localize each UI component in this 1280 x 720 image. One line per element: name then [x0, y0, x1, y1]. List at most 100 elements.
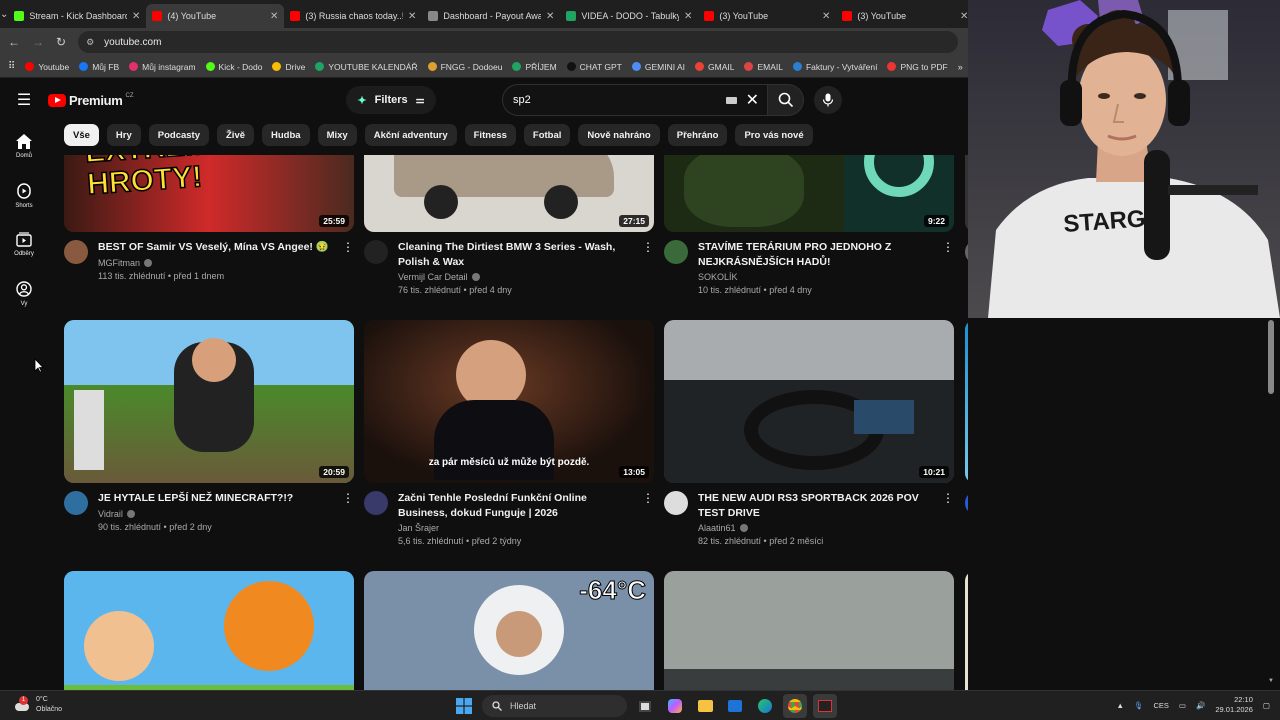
- bookmark-item[interactable]: Faktury - Vytváření: [792, 62, 877, 72]
- microphone-tray-icon[interactable]: 🎙: [1134, 701, 1144, 710]
- video-thumbnail[interactable]: MÝT #3815:54: [965, 320, 968, 483]
- tab-close-icon[interactable]: ✕: [546, 11, 554, 22]
- url-field[interactable]: ⚙ youtube.com: [78, 31, 958, 53]
- apps-icon[interactable]: ⠿: [8, 61, 15, 72]
- clock[interactable]: 22:10 29.01.2026: [1215, 695, 1253, 715]
- search-button[interactable]: [768, 84, 804, 116]
- filter-chip[interactable]: Mixy: [317, 124, 357, 146]
- video-thumbnail[interactable]: 9:22: [664, 155, 954, 232]
- video-card[interactable]: 20:59 JE HYTALE LEPŠÍ NEŽ MINECRAFT?!? Vid…: [64, 320, 354, 532]
- language-indicator[interactable]: CES: [1154, 701, 1169, 710]
- youtube-premium-logo[interactable]: Premium CZ: [48, 93, 134, 108]
- more-actions-icon[interactable]: ⋮: [342, 240, 354, 254]
- channel-avatar[interactable]: [965, 491, 968, 515]
- tab-close-icon[interactable]: ✕: [132, 11, 140, 22]
- more-actions-icon[interactable]: ⋮: [342, 491, 354, 505]
- menu-icon[interactable]: ☰: [0, 90, 48, 110]
- bookmark-item[interactable]: GEMINI AI: [631, 62, 685, 72]
- video-thumbnail[interactable]: 27:15: [364, 155, 654, 232]
- bookmark-item[interactable]: FNGG - Dodoeu: [427, 62, 502, 72]
- channel-name[interactable]: MGFitman: [98, 258, 140, 268]
- filter-chip[interactable]: Hry: [106, 124, 141, 146]
- browser-tab[interactable]: (3) YouTube ✕: [698, 4, 836, 28]
- weather-widget[interactable]: 1 0°C Oblačno: [14, 695, 62, 715]
- video-thumbnail[interactable]: [664, 571, 954, 690]
- video-thumbnail[interactable]: [64, 571, 354, 690]
- terminal-app-icon[interactable]: [813, 694, 837, 718]
- sidebar-item-you[interactable]: Vy: [0, 269, 48, 318]
- video-card[interactable]: 10:21 THE NEW AUDI RS3 SPORTBACK 2026 POV…: [664, 320, 954, 546]
- video-thumbnail[interactable]: JAK SE STÁT REALITNÍM MAKLÉŘEMČISTÝ TRES…: [965, 571, 968, 690]
- filter-chip[interactable]: Fotbal: [523, 124, 571, 146]
- task-view-icon[interactable]: [633, 694, 657, 718]
- video-thumbnail[interactable]: za pár měsíců už může být pozdě. 13:05: [364, 320, 654, 483]
- browser-tab[interactable]: (3) Russia chaos today..!! ✕: [284, 4, 422, 28]
- chrome-icon[interactable]: [783, 694, 807, 718]
- more-actions-icon[interactable]: ⋮: [642, 240, 654, 254]
- channel-avatar[interactable]: [364, 240, 388, 264]
- video-title[interactable]: JE HYTALE LEPŠÍ NEŽ MINECRAFT?!?: [98, 491, 336, 506]
- channel-name[interactable]: Alaatin61: [698, 523, 736, 533]
- site-info-icon[interactable]: ⚙: [86, 37, 94, 48]
- channel-avatar[interactable]: [664, 491, 688, 515]
- voice-search-button[interactable]: [814, 86, 842, 114]
- video-card[interactable]: EXTRÉMNÍ HROTY!25:59 BEST OF Samir VS Ves…: [64, 155, 354, 281]
- tab-search-icon[interactable]: ⌄: [0, 0, 8, 28]
- video-thumbnail[interactable]: EXTRÉMNÍ HROTY!25:59: [64, 155, 354, 232]
- video-card[interactable]: JAK SE STÁT REALITNÍM MAKLÉŘEMČISTÝ TRES…: [965, 571, 968, 690]
- back-icon[interactable]: ←: [8, 35, 20, 49]
- channel-name[interactable]: SOKOLÍK: [698, 272, 738, 282]
- tab-close-icon[interactable]: ✕: [408, 11, 416, 22]
- channel-name[interactable]: Vidrail: [98, 509, 123, 519]
- filter-chip[interactable]: Pro vás nové: [735, 124, 813, 146]
- bookmark-item[interactable]: Kick - Dodo: [205, 62, 262, 72]
- more-actions-icon[interactable]: ⋮: [642, 491, 654, 505]
- notifications-icon[interactable]: ▢: [1263, 701, 1270, 710]
- video-thumbnail[interactable]: -64°C: [364, 571, 654, 690]
- edge-icon[interactable]: [753, 694, 777, 718]
- tray-overflow-icon[interactable]: ▲: [1117, 701, 1124, 710]
- clear-search-icon[interactable]: ✕: [746, 90, 759, 110]
- bookmark-item[interactable]: PŘÍJEM: [512, 62, 557, 72]
- file-explorer-icon[interactable]: [693, 694, 717, 718]
- bookmark-item[interactable]: EMAIL: [744, 62, 783, 72]
- browser-tab[interactable]: Dashboard - Payout Awar ✕: [422, 4, 560, 28]
- outlook-icon[interactable]: [723, 694, 747, 718]
- video-card[interactable]: [64, 571, 354, 690]
- video-title[interactable]: Začni Tenhle Poslední Funkční Online Bus…: [398, 491, 636, 520]
- bookmarks-overflow-icon[interactable]: »: [958, 62, 963, 72]
- video-title[interactable]: STAVÍME TERÁRIUM PRO JEDNOHO Z NEJKRÁSNĚ…: [698, 240, 936, 269]
- filter-chip[interactable]: Hudba: [262, 124, 310, 146]
- channel-avatar[interactable]: [664, 240, 688, 264]
- video-title[interactable]: THE NEW AUDI RS3 SPORTBACK 2026 POV TEST…: [698, 491, 936, 520]
- filter-chip[interactable]: Podcasty: [148, 124, 209, 146]
- sidebar-item-shorts[interactable]: Shorts: [0, 171, 48, 220]
- copilot-icon[interactable]: [663, 694, 687, 718]
- browser-tab[interactable]: (4) YouTube ✕: [146, 4, 285, 28]
- browser-tab[interactable]: Stream - Kick Dashboard ✕: [8, 4, 146, 28]
- channel-avatar[interactable]: [64, 491, 88, 515]
- filter-chip[interactable]: Akční adventury: [364, 124, 457, 146]
- start-windows-icon[interactable]: [452, 694, 476, 718]
- channel-name[interactable]: Jan Šrajer: [398, 523, 439, 533]
- bookmark-item[interactable]: YOUTUBE KALENDÁŘ: [315, 62, 418, 72]
- more-actions-icon[interactable]: ⋮: [942, 491, 954, 505]
- tab-close-icon[interactable]: ✕: [684, 11, 692, 22]
- taskbar-search-input[interactable]: Hledat: [482, 695, 627, 717]
- bookmark-item[interactable]: Youtube: [25, 62, 69, 72]
- sidebar-item-home[interactable]: Domů: [0, 122, 48, 171]
- bookmark-item[interactable]: Můj instagram: [129, 62, 196, 72]
- filters-button[interactable]: ✦ Filters ⚌: [346, 86, 436, 114]
- video-title[interactable]: BEST OF Samir VS Veselý, Mína VS Angee! …: [98, 240, 336, 255]
- filter-chip[interactable]: Vše: [64, 124, 99, 146]
- keyboard-icon[interactable]: [726, 96, 737, 104]
- sidebar-item-subscriptions[interactable]: Odběry: [0, 220, 48, 269]
- reload-icon[interactable]: ↻: [56, 35, 66, 49]
- video-card[interactable]: [664, 571, 954, 690]
- forward-icon[interactable]: →: [32, 35, 44, 49]
- video-card[interactable]: 9:22 STAVÍME TERÁRIUM PRO JEDNOHO Z NEJKR…: [664, 155, 954, 295]
- video-thumbnail[interactable]: 10:21: [664, 320, 954, 483]
- video-card[interactable]: za pár měsíců už může být pozdě. 13:05 Zač…: [364, 320, 654, 546]
- tab-close-icon[interactable]: ✕: [822, 11, 830, 22]
- bookmark-item[interactable]: Drive: [272, 62, 305, 72]
